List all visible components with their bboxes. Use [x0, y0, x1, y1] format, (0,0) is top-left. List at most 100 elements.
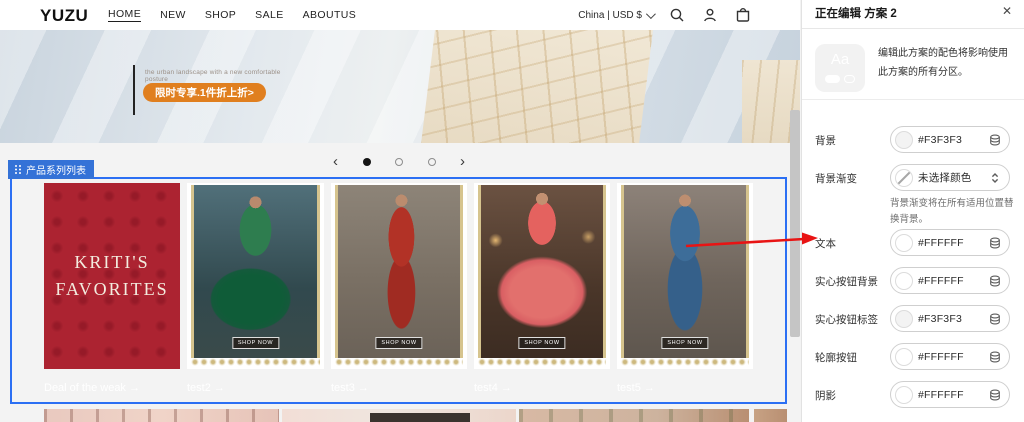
- section-badge-label: 产品系列列表: [26, 162, 86, 177]
- featured-collection-card[interactable]: KRITI'S FAVORITES: [44, 183, 180, 369]
- color-value: #F3F3F3: [918, 134, 962, 146]
- account-icon[interactable]: [701, 6, 719, 24]
- scheme-preview-tile[interactable]: Aa: [815, 44, 865, 92]
- nav-sale[interactable]: SALE: [255, 9, 283, 21]
- preview-scrollbar[interactable]: [790, 110, 800, 337]
- divider: [802, 28, 1024, 29]
- collection-link-test5[interactable]: test5 →: [617, 382, 655, 394]
- scheme-outline-button-sample: [844, 75, 855, 83]
- collection-link-test4[interactable]: test4 →: [474, 382, 512, 394]
- color-scheme-editor-panel: 正在编辑 方案 2 ✕ Aa 编辑此方案的配色将影响使用此方案的所有分区。 背景…: [802, 0, 1024, 422]
- swatch-stack-icon: [989, 237, 1001, 249]
- carousel-next-icon[interactable]: ›: [460, 155, 465, 169]
- collection-card[interactable]: SHOP NOW: [331, 183, 467, 369]
- field-label-text: 文本: [815, 236, 836, 251]
- section-badge[interactable]: 产品系列列表: [8, 160, 94, 179]
- cart-icon[interactable]: [734, 6, 752, 24]
- color-input-background[interactable]: #F3F3F3: [890, 126, 1010, 153]
- header-utilities: China | USD $: [578, 0, 752, 30]
- hero-carousel-controls: ‹ ›: [333, 153, 465, 171]
- gradient-select[interactable]: 未选择颜色: [890, 164, 1010, 191]
- color-value: #FFFFFF: [918, 351, 964, 363]
- field-label-background-gradient: 背景渐变: [815, 171, 857, 186]
- collection-link-test3[interactable]: test3 →: [331, 382, 369, 394]
- shop-now-button[interactable]: SHOP NOW: [518, 337, 565, 349]
- store-header: YUZU HOME NEW SHOP SALE ABOUTUS China | …: [0, 0, 800, 30]
- collection-card[interactable]: SHOP NOW: [474, 183, 610, 369]
- swatch-stack-icon: [989, 134, 1001, 146]
- theme-editor-screen: YUZU HOME NEW SHOP SALE ABOUTUS China | …: [0, 0, 1024, 422]
- collection-link-deal[interactable]: Deal of the weak →: [44, 382, 140, 394]
- locale-label: China | USD $: [578, 10, 642, 21]
- product-photo: [335, 185, 463, 358]
- collection-list-section[interactable]: KRITI'S FAVORITES SHOP NOW SHOP NOW SHOP…: [10, 177, 787, 404]
- color-swatch: [895, 386, 913, 404]
- locale-currency-selector[interactable]: China | USD $: [578, 10, 653, 21]
- color-input-shadow[interactable]: #FFFFFF: [890, 381, 1010, 408]
- nav-shop[interactable]: SHOP: [205, 9, 236, 21]
- nav-aboutus[interactable]: ABOUTUS: [303, 9, 357, 21]
- featured-card-title-line2: FAVORITES: [55, 276, 168, 303]
- search-icon[interactable]: [668, 6, 686, 24]
- color-value: #F3F3F3: [918, 313, 962, 325]
- store-logo[interactable]: YUZU: [40, 6, 88, 26]
- field-label-solid-button-background: 实心按钮背景: [815, 274, 878, 289]
- promo-button[interactable]: 限时专享.1件折上折>: [143, 83, 266, 102]
- carousel-prev-icon[interactable]: ‹: [333, 155, 338, 169]
- field-label-outline-button: 轮廓按钮: [815, 350, 857, 365]
- panel-title: 正在编辑 方案 2: [815, 5, 897, 21]
- gold-lace-border: [621, 358, 749, 367]
- gold-lace-border: [335, 358, 463, 367]
- field-label-solid-button-label: 实心按钮标签: [815, 312, 878, 327]
- hero-divider-line: [133, 65, 135, 115]
- chevron-down-icon: [646, 9, 656, 19]
- scheme-info-text: 编辑此方案的配色将影响使用此方案的所有分区。: [878, 45, 1014, 82]
- close-icon[interactable]: ✕: [1002, 4, 1012, 18]
- product-photo: [191, 185, 320, 358]
- swatch-stack-icon: [989, 389, 1001, 401]
- carousel-dot-2[interactable]: [395, 158, 403, 166]
- field-label-shadow: 阴影: [815, 388, 836, 403]
- color-value: #FFFFFF: [918, 389, 964, 401]
- carousel-dot-1[interactable]: [363, 158, 371, 166]
- shop-now-button[interactable]: SHOP NOW: [375, 337, 422, 349]
- color-swatch: [895, 272, 913, 290]
- field-label-background: 背景: [815, 133, 836, 148]
- swatch-stack-icon: [989, 351, 1001, 363]
- hero-banner: the urban landscape with a new comfortab…: [0, 30, 800, 143]
- hero-tagline: the urban landscape with a new comfortab…: [145, 69, 285, 83]
- nav-home[interactable]: HOME: [108, 8, 141, 22]
- nav-new[interactable]: NEW: [160, 9, 186, 21]
- divider: [802, 99, 1024, 100]
- next-section-image: [282, 409, 516, 422]
- gradient-helper-text: 背景渐变将在所有适用位置替换背景。: [890, 196, 1014, 227]
- collection-card[interactable]: SHOP NOW: [187, 183, 324, 369]
- shop-now-button[interactable]: SHOP NOW: [661, 337, 708, 349]
- scheme-solid-button-sample: [825, 75, 840, 83]
- color-value: #FFFFFF: [918, 275, 964, 287]
- gold-lace-border: [191, 358, 320, 367]
- color-swatch: [895, 310, 913, 328]
- hero-coat-image: [420, 30, 653, 143]
- select-caret-icon: [989, 172, 1001, 184]
- drag-handle-icon: [14, 164, 22, 175]
- carousel-dot-3[interactable]: [428, 158, 436, 166]
- color-swatch: [895, 234, 913, 252]
- gradient-value: 未选择颜色: [918, 170, 972, 185]
- scheme-aa-sample: Aa: [815, 51, 865, 68]
- color-input-outline-button[interactable]: #FFFFFF: [890, 343, 1010, 370]
- featured-card-title-line1: KRITI'S: [74, 249, 149, 276]
- no-color-swatch: [895, 169, 913, 187]
- collection-card[interactable]: SHOP NOW: [617, 183, 753, 369]
- color-input-text[interactable]: #FFFFFF: [890, 229, 1010, 256]
- color-value: #FFFFFF: [918, 237, 964, 249]
- color-input-solid-button-background[interactable]: #FFFFFF: [890, 267, 1010, 294]
- next-section-image: [519, 409, 749, 422]
- collection-link-test2[interactable]: test2 →: [187, 382, 225, 394]
- swatch-stack-icon: [989, 275, 1001, 287]
- color-input-solid-button-label[interactable]: #F3F3F3: [890, 305, 1010, 332]
- swatch-stack-icon: [989, 313, 1001, 325]
- shop-now-button[interactable]: SHOP NOW: [232, 337, 279, 349]
- store-nav: HOME NEW SHOP SALE ABOUTUS: [108, 0, 356, 30]
- color-swatch: [895, 131, 913, 149]
